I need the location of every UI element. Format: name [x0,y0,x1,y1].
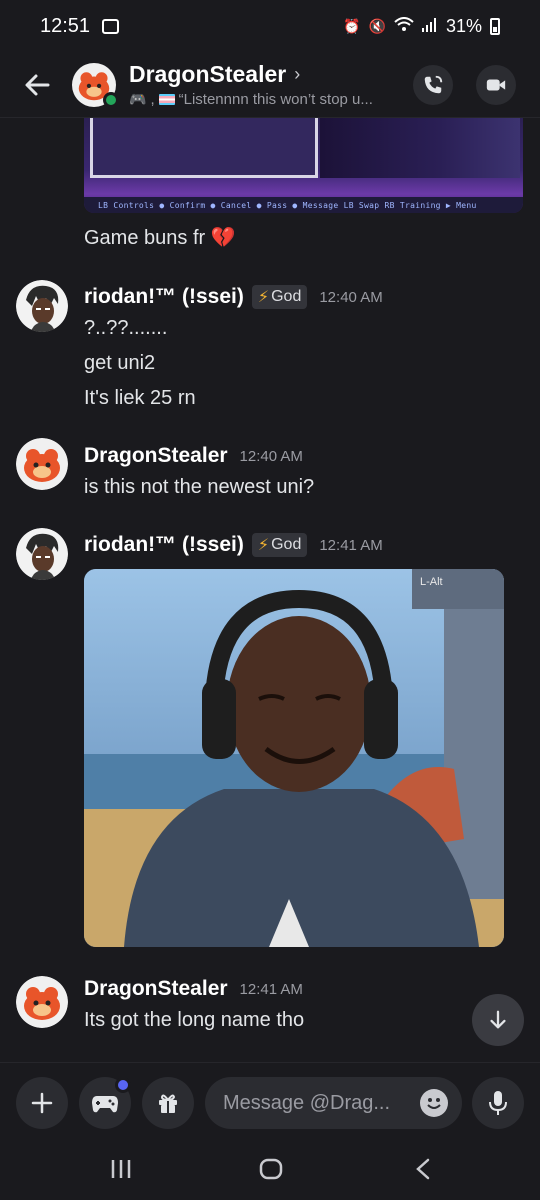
attached-photo[interactable]: L-Alt [84,569,504,947]
message-text: Its got the long name tho [84,1009,305,1031]
username[interactable]: riodan!™ (!ssei) [84,285,244,309]
add-attachment-button[interactable] [16,1077,68,1129]
message-text: ?..??....... [84,317,168,339]
message-input[interactable]: Message @Drag... [205,1077,462,1129]
status-text: “Listennnn this won’t stop u... [178,91,373,108]
chevron-right-icon: › [294,64,301,84]
username[interactable]: DragonStealer [84,444,228,468]
gamepad-icon [92,1096,118,1113]
avatar[interactable] [16,438,68,490]
broken-heart-emoji: 💔 [210,227,236,249]
timestamp: 12:40 AM [319,288,383,306]
lightning-icon: ⚡ [257,537,270,554]
microphone-icon [489,1091,507,1115]
voice-call-button[interactable] [413,65,453,105]
chevron-left-icon [416,1158,430,1180]
game-controls-bar: LB Controls ● Confirm ● Cancel ● Pass ● … [84,197,523,213]
video-camera-icon [486,79,506,91]
battery-percent: 31% [445,15,482,36]
emoji-picker-button[interactable] [420,1089,448,1117]
avatar[interactable] [16,976,68,1028]
recent-apps-button[interactable] [110,1158,132,1185]
jump-to-latest-button[interactable] [472,994,524,1046]
status-time: 12:51 [40,14,91,37]
message-text: get uni2 [84,352,156,374]
timestamp: 12:40 AM [239,447,303,465]
game-screenshot-image[interactable]: LB Controls ● Confirm ● Cancel ● Pass ● … [84,118,523,213]
message-text: Game buns fr 💔 [84,227,236,249]
username[interactable]: DragonStealer [84,977,228,1001]
message-composer: Message @Drag... [0,1062,540,1140]
recents-icon [111,1160,131,1178]
activities-button[interactable] [79,1077,131,1129]
status-icons: ⏰ 🔇 31% [343,16,500,37]
gallery-notification-icon [102,18,120,34]
online-status-dot [103,91,119,108]
username[interactable]: riodan!™ (!ssei) [84,533,244,557]
message-text: is this not the newest uni? [84,476,315,498]
avatar[interactable] [72,62,119,108]
message-input-placeholder: Message @Drag... [223,1091,391,1114]
custom-status: 🎮 , “Listennnn this won’t stop u... [129,91,373,108]
smiley-icon [427,1098,441,1109]
battery-icon [490,17,500,35]
user-avatar-icon [16,528,68,580]
message-list[interactable]: LB Controls ● Confirm ● Cancel ● Pass ● … [0,118,540,1062]
avatar[interactable] [16,528,68,580]
user-avatar-icon [16,280,68,332]
notification-dot [115,1077,131,1093]
chat-header: DragonStealer › 🎮 , “Listennnn this won’… [0,52,540,118]
back-button[interactable] [22,70,52,100]
home-button[interactable] [259,1158,283,1185]
timestamp: 12:41 AM [239,980,303,998]
phone-icon [424,75,443,94]
gift-button[interactable] [142,1077,194,1129]
gamepad-icon: 🎮 [129,91,147,107]
gift-icon [159,1094,177,1113]
dragon-avatar-icon [16,438,68,490]
header-title-block[interactable]: DragonStealer › 🎮 , “Listennnn this won’… [129,61,419,108]
role-badge[interactable]: ⚡ God [251,285,308,309]
role-badge[interactable]: ⚡ God [251,533,308,557]
arrow-down-icon [490,1010,506,1029]
voice-message-button[interactable] [472,1077,524,1129]
home-icon [259,1158,283,1180]
alarm-icon: ⏰ [343,17,361,34]
video-call-button[interactable] [476,65,516,105]
status-bar: 12:51 ⏰ 🔇 31% [0,0,540,52]
page-title: DragonStealer [129,61,287,87]
photo-overlay-text: L-Alt [420,576,443,588]
wifi-icon [394,16,414,36]
avatar[interactable] [16,280,68,332]
lightning-icon: ⚡ [257,289,270,306]
arrow-left-icon [25,74,50,95]
plus-icon [31,1092,53,1114]
message-text: It's liek 25 rn [84,387,196,409]
mute-icon: 🔇 [368,17,386,34]
trans-flag-icon [158,94,175,105]
person-with-headphones-image: L-Alt [84,569,504,947]
system-nav-bar [0,1140,540,1200]
system-back-button[interactable] [414,1158,432,1185]
dragon-avatar-icon [16,976,68,1028]
signal-icon [421,17,438,35]
timestamp: 12:41 AM [319,536,383,554]
